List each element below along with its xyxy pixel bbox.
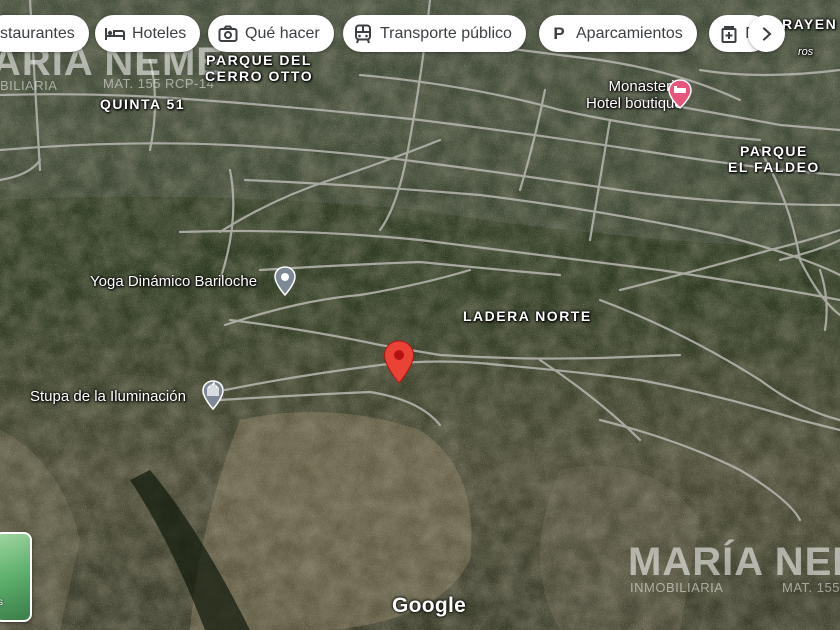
watermark-top-sub: BILIARIA — [0, 78, 58, 93]
chevron-right-icon — [762, 26, 772, 41]
bed-icon — [105, 24, 125, 44]
chip-public-transport[interactable]: Transporte público — [343, 15, 526, 52]
poi-pin-icon[interactable] — [274, 266, 296, 296]
area-label-line2: EL FALDEO — [728, 159, 820, 175]
chip-things-to-do[interactable]: Qué hacer — [208, 15, 334, 52]
camera-icon — [218, 24, 238, 44]
chip-label: Transporte público — [380, 24, 512, 42]
pharmacy-icon — [719, 24, 738, 44]
area-label-parque-el-faldeo: PARQUE EL FALDEO — [728, 143, 820, 175]
monument-pin-icon[interactable] — [202, 380, 224, 410]
area-label-line1: PARQUE — [739, 143, 808, 159]
watermark-bottom-sub: INMOBILIARIA — [630, 580, 724, 595]
chip-parking[interactable]: P Aparcamientos — [539, 15, 697, 52]
transit-icon — [353, 24, 373, 44]
area-label-ros: ros — [798, 46, 814, 58]
area-label-parque-cerro-otto: PARQUE DEL CERRO OTTO — [205, 52, 313, 84]
area-label-quinta-51: QUINTA 51 — [100, 96, 186, 112]
chip-hotels[interactable]: Hoteles — [95, 15, 201, 52]
watermark-bottom-mat: MAT. 155 — [782, 580, 840, 595]
area-label-line1: PARQUE DEL — [206, 52, 312, 68]
satellite-terrain — [0, 0, 840, 630]
chip-label: Aparcamientos — [576, 24, 683, 42]
chip-label: Qué hacer — [245, 24, 320, 42]
map-canvas[interactable]: ARIA NEME BILIARIA MAT. 155 RCP-14 MARÍA… — [0, 0, 840, 630]
chips-next-button[interactable] — [748, 15, 785, 52]
area-label-rayen: RAYEN — [782, 16, 838, 32]
area-label-ladera-norte: LADERA NORTE — [463, 308, 592, 324]
chip-label: staurantes — [0, 24, 75, 42]
layers-label: s — [0, 597, 3, 608]
poi-stupa-label[interactable]: Stupa de la Iluminación — [30, 388, 186, 405]
location-pin-icon[interactable] — [383, 340, 415, 384]
chip-label: Hoteles — [132, 24, 187, 42]
watermark-top-mat: MAT. 155 RCP-14 — [103, 76, 215, 91]
area-label-line2: CERRO OTTO — [205, 68, 314, 84]
poi-yoga-label[interactable]: Yoga Dinámico Bariloche — [90, 273, 257, 290]
chip-restaurants[interactable]: staurantes — [0, 15, 89, 52]
google-attribution: Google — [392, 594, 467, 617]
hotel-pin-icon[interactable] — [668, 79, 692, 109]
parking-icon: P — [553, 23, 565, 43]
watermark-bottom-name: MARÍA NEME — [628, 540, 840, 584]
layers-toggle[interactable]: s — [0, 532, 32, 622]
